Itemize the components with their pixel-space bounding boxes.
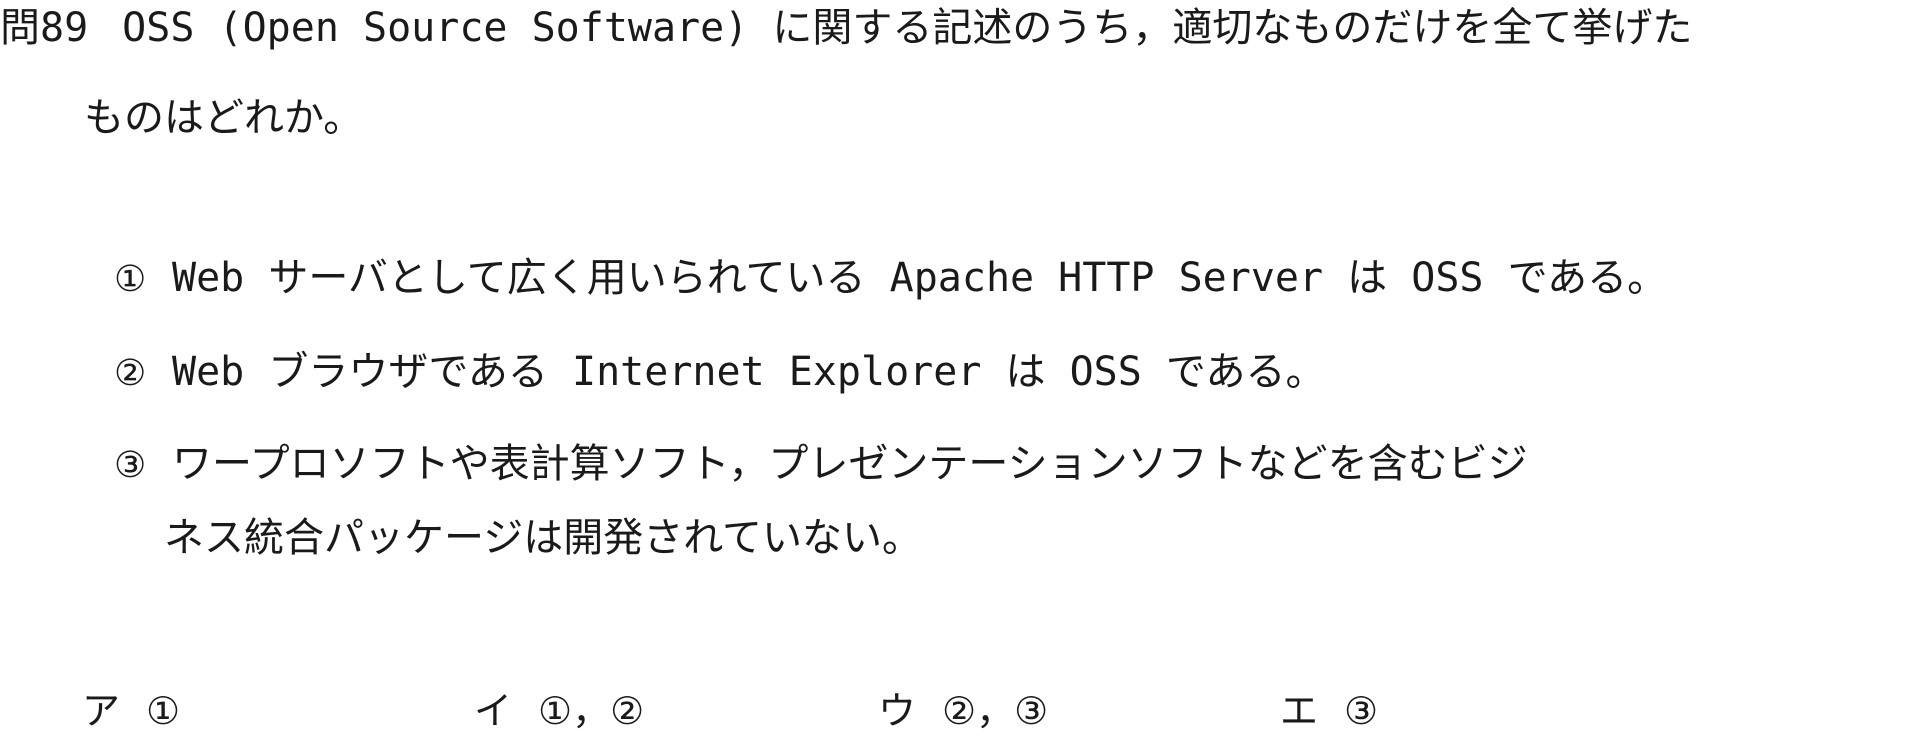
choice-value: ①，②	[538, 689, 645, 733]
choice-value: ③	[1344, 689, 1379, 733]
choice-label: イ	[474, 689, 513, 733]
answer-choice-e[interactable]: エ③	[1280, 688, 1378, 734]
question-heading: 問89 OSS (Open Source Software) に関する記述のうち，…	[0, 4, 1692, 52]
statement-marker: ①	[114, 259, 147, 300]
statement-2: ② Web ブラウザである Internet Explorer は OSS である…	[114, 348, 1326, 398]
choice-label: ウ	[878, 689, 917, 733]
question-text-line-2: ものはどれか。	[84, 95, 364, 141]
choice-value: ②，③	[942, 689, 1049, 733]
exam-question-page: 問89 OSS (Open Source Software) に関する記述のうち，…	[0, 0, 1920, 742]
statement-1: ① Web サーバとして広く用いられている Apache HTTP Server …	[114, 254, 1667, 304]
statement-text: Web サーバとして広く用いられている Apache HTTP Server は…	[172, 255, 1668, 301]
statement-3: ③ ワープロソフトや表計算ソフト，プレゼンテーションソフトなどを含むビジ	[114, 440, 1528, 490]
choice-label: ア	[82, 689, 121, 733]
question-text-line-1: OSS (Open Source Software) に関する記述のうち，適切な…	[122, 5, 1693, 51]
statement-marker: ③	[114, 445, 147, 486]
answer-choice-u[interactable]: ウ ②，③	[878, 688, 1048, 734]
choice-value: ①	[146, 689, 181, 733]
answer-choice-a[interactable]: ア①	[82, 688, 180, 734]
question-number: 問89	[0, 5, 89, 51]
choice-label: エ	[1280, 689, 1319, 733]
statement-text: Web ブラウザである Internet Explorer は OSS である。	[172, 349, 1326, 395]
answer-choice-i[interactable]: イ ①，②	[474, 688, 644, 734]
statement-marker: ②	[114, 353, 147, 394]
statement-text: ワープロソフトや表計算ソフト，プレゼンテーションソフトなどを含むビジ	[172, 441, 1528, 487]
statement-3-continuation: ネス統合パッケージは開発されていない。	[164, 515, 922, 561]
